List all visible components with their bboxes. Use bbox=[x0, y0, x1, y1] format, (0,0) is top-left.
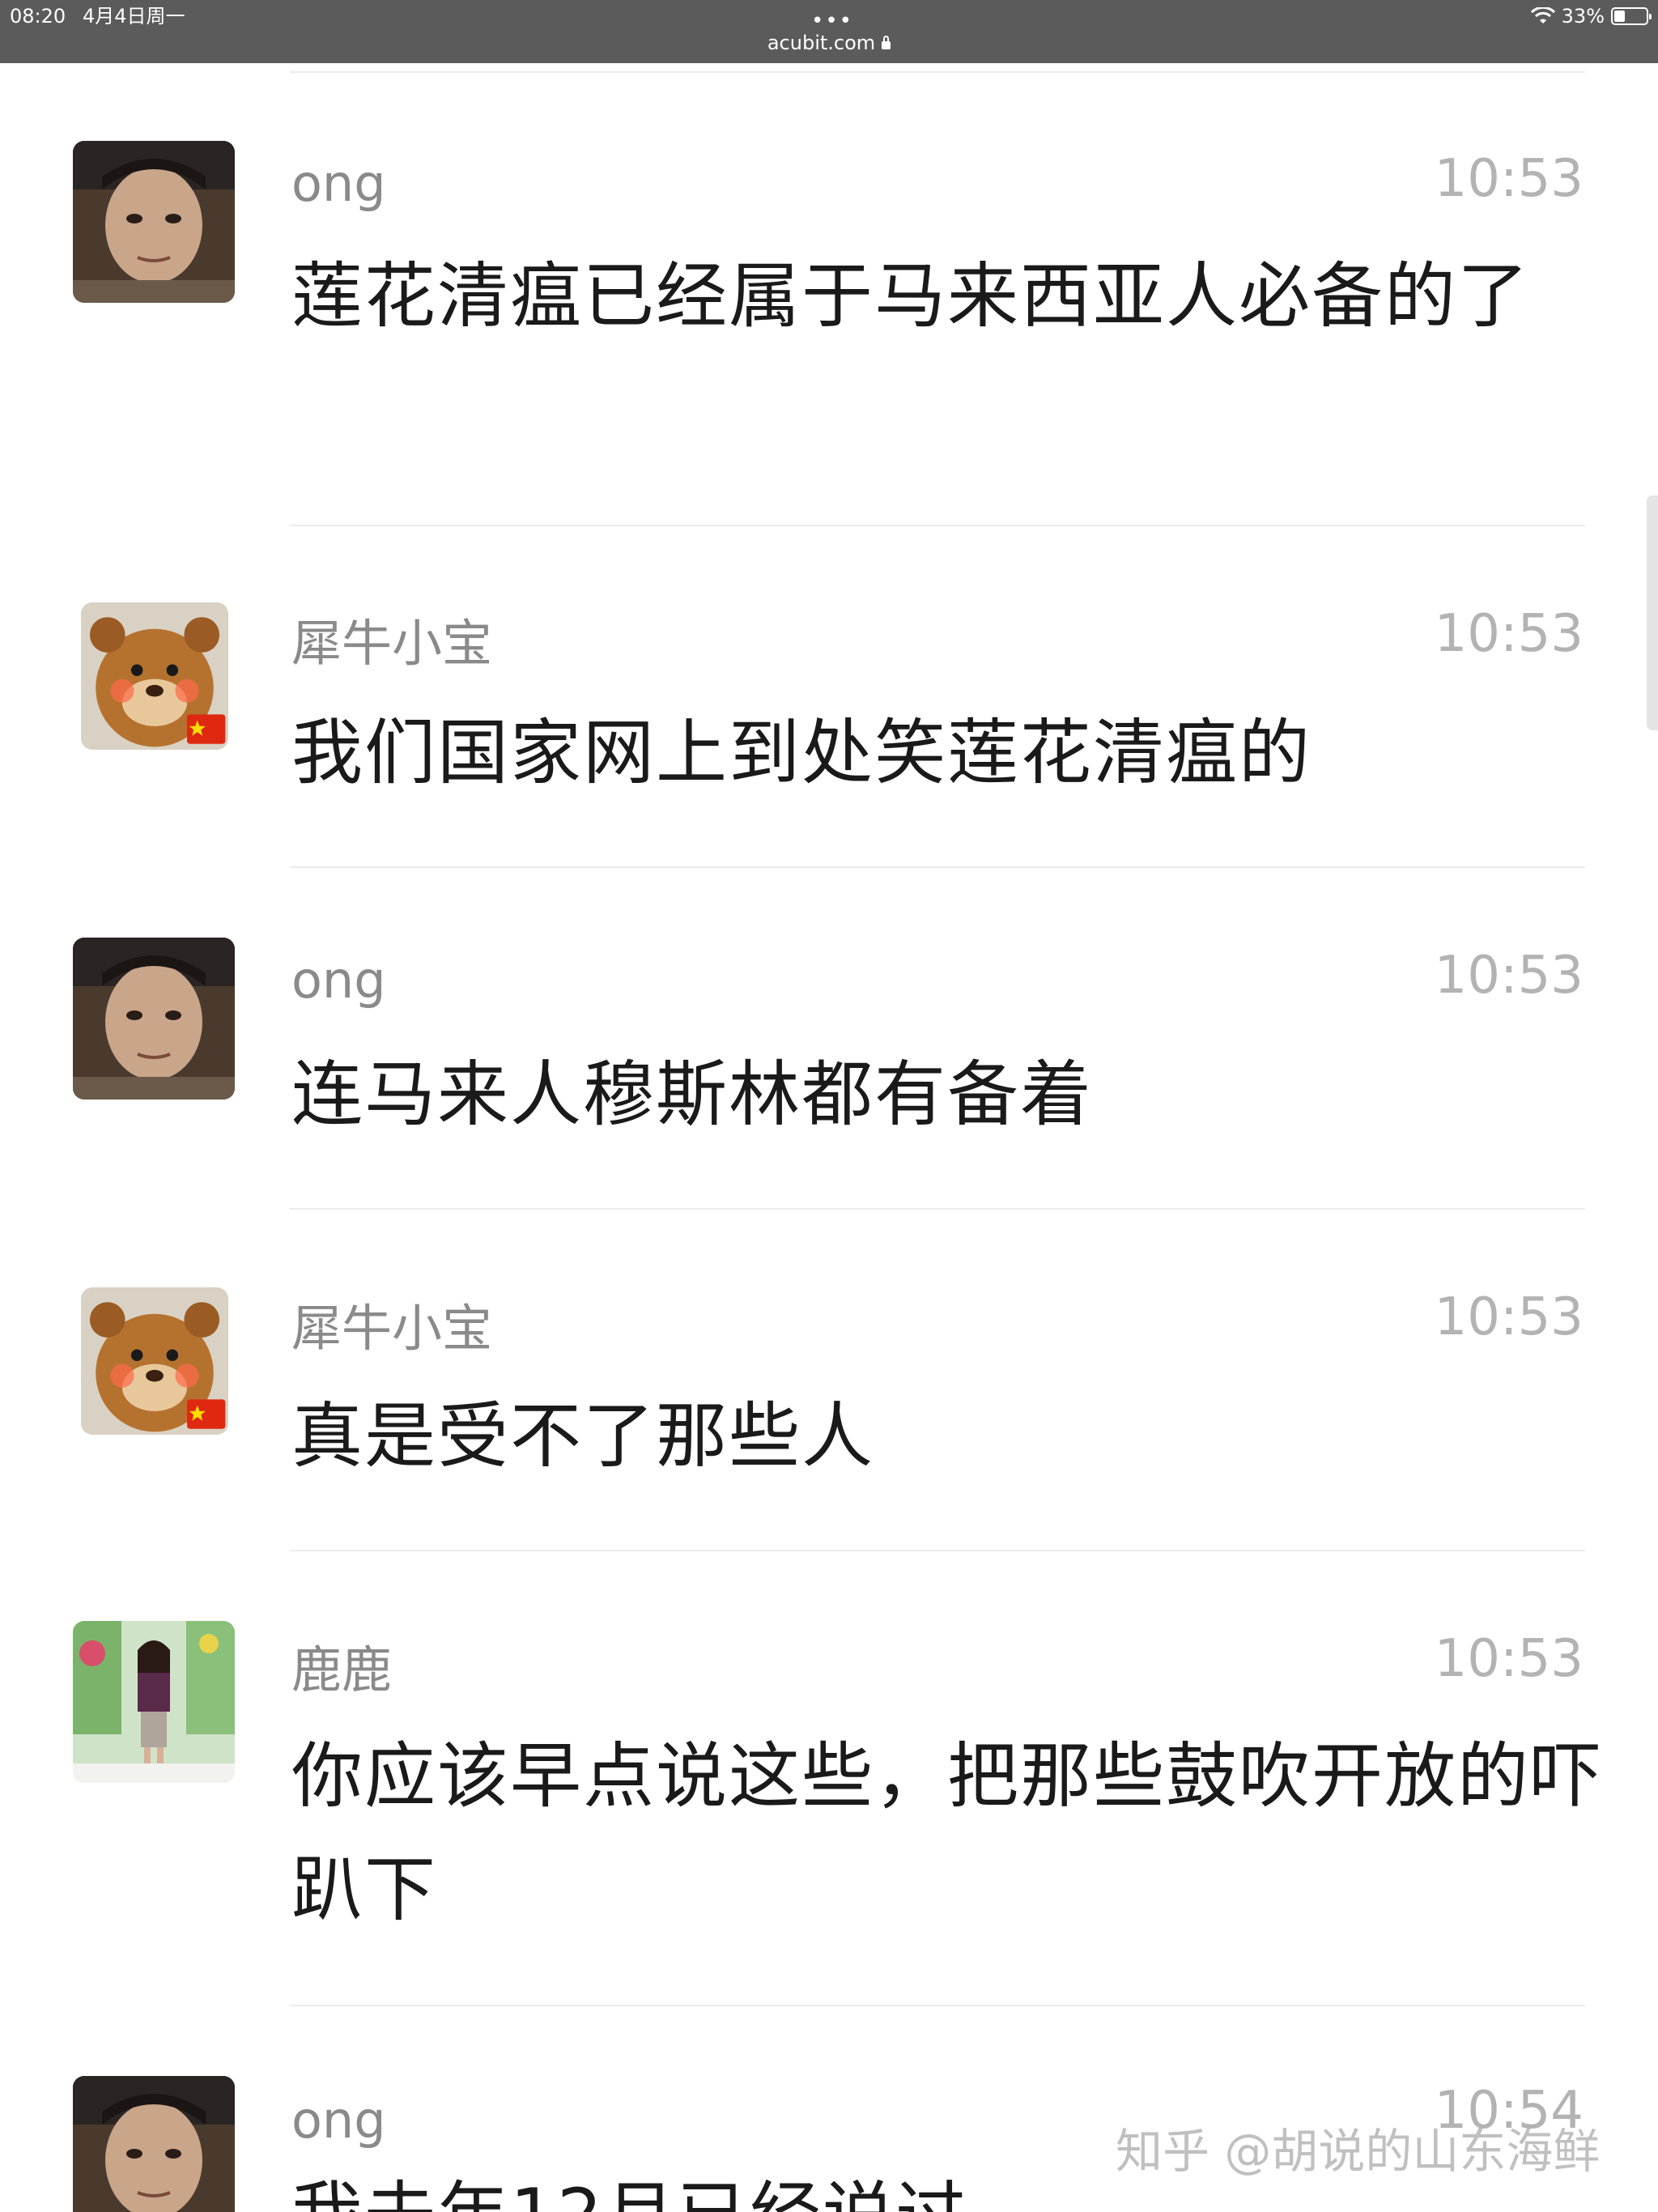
battery-fill bbox=[1614, 11, 1625, 22]
status-right: 33% bbox=[1530, 3, 1652, 29]
status-bar: 08:20 4月4日周一 ••• acubit.com 33% bbox=[0, 0, 1658, 63]
sender-name: ong bbox=[291, 2091, 386, 2150]
woman-photo-icon bbox=[73, 1621, 235, 1783]
divider bbox=[290, 2005, 1585, 2006]
avatar[interactable] bbox=[73, 141, 235, 303]
message-time: 10:53 bbox=[1434, 946, 1584, 1006]
sender-name: 犀牛小宝 bbox=[291, 1299, 493, 1358]
cartoon-bear-icon bbox=[81, 1287, 228, 1435]
lock-icon bbox=[882, 36, 891, 49]
message-text: 莲花清瘟已经属于马来西亚人必备的了 bbox=[291, 254, 1531, 338]
cartoon-bear-icon bbox=[81, 602, 228, 750]
divider bbox=[290, 525, 1585, 526]
divider bbox=[290, 866, 1585, 868]
watermark: 知乎 @胡说的山东海鲜 bbox=[1116, 2124, 1601, 2179]
battery-icon bbox=[1611, 7, 1652, 25]
message-text: 你应该早点说这些，把那些鼓吹开放的吓趴下 bbox=[291, 1734, 1604, 1931]
message-text: 真是受不了那些人 bbox=[291, 1394, 875, 1478]
avatar[interactable] bbox=[73, 1621, 235, 1783]
more-dots-icon[interactable]: ••• bbox=[811, 11, 853, 32]
address-bar[interactable]: acubit.com bbox=[0, 31, 1658, 55]
status-time: 08:20 bbox=[10, 5, 66, 28]
sender-name: 犀牛小宝 bbox=[291, 614, 493, 673]
sender-name: ong bbox=[291, 951, 386, 1010]
battery-percent: 33% bbox=[1561, 5, 1605, 28]
wifi-icon bbox=[1530, 7, 1555, 23]
man-portrait-icon bbox=[73, 938, 235, 1100]
message-time: 10:53 bbox=[1434, 149, 1584, 209]
divider bbox=[290, 1550, 1585, 1551]
message-time: 10:53 bbox=[1434, 1629, 1584, 1689]
man-portrait-icon bbox=[73, 141, 235, 303]
avatar[interactable] bbox=[73, 938, 235, 1100]
sender-name: 鹿鹿 bbox=[291, 1640, 393, 1699]
scrollbar[interactable] bbox=[1647, 496, 1658, 730]
message-time: 10:53 bbox=[1434, 604, 1584, 664]
divider bbox=[290, 71, 1585, 73]
avatar[interactable] bbox=[73, 2076, 235, 2212]
avatar[interactable] bbox=[81, 1287, 228, 1435]
message-text: 我们国家网上到处笑莲花清瘟的 bbox=[291, 711, 1312, 794]
avatar[interactable] bbox=[81, 602, 228, 750]
message-time: 10:53 bbox=[1434, 1287, 1584, 1347]
divider bbox=[290, 1208, 1585, 1210]
message-text: 连马来人穆斯林都有备着 bbox=[291, 1053, 1094, 1136]
man-portrait-icon bbox=[73, 2076, 235, 2212]
status-date: 4月4日周一 bbox=[83, 5, 185, 28]
url-text: acubit.com bbox=[767, 32, 876, 54]
sender-name: ong bbox=[291, 154, 386, 213]
